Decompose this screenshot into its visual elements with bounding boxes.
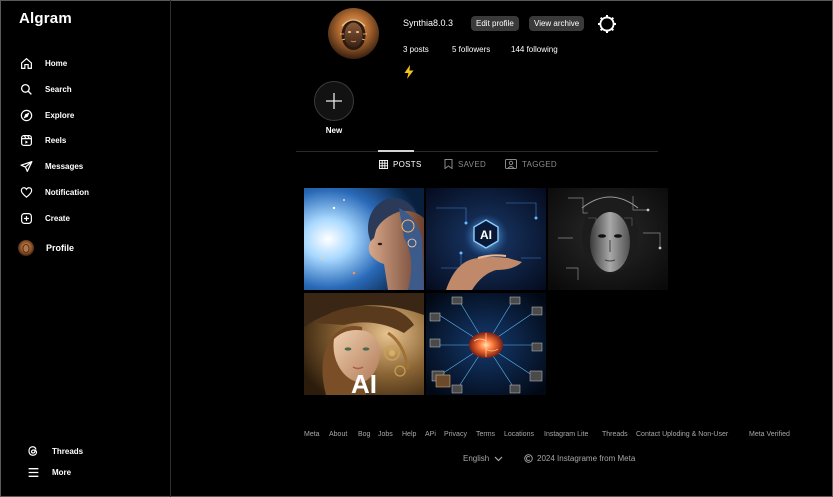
sidebar-item-search[interactable]: Search: [18, 79, 72, 99]
sidebar-item-home[interactable]: Home: [18, 53, 67, 73]
tab-tagged[interactable]: TAGGED: [505, 158, 557, 170]
copyright-icon: [524, 454, 533, 463]
sidebar-item-label: Explore: [45, 110, 75, 120]
footer-link-jobs[interactable]: Jobs: [378, 431, 393, 438]
followers-count[interactable]: 5 followers: [452, 45, 490, 54]
language-label: English: [463, 454, 490, 463]
sidebar-item-label: Reels: [45, 135, 67, 145]
gear-icon[interactable]: [596, 13, 618, 35]
tab-label: SAVED: [458, 159, 487, 169]
new-highlight-label: New: [325, 126, 343, 135]
bookmark-icon: [444, 159, 454, 169]
sidebar-item-threads[interactable]: Threads: [25, 441, 83, 461]
tagged-user-icon: [505, 159, 518, 169]
tab-posts[interactable]: POSTS: [379, 158, 422, 170]
footer-link-locations[interactable]: Locations: [504, 431, 534, 438]
app-logo[interactable]: Algram: [19, 10, 72, 27]
menu-icon: [25, 464, 41, 480]
view-archive-button[interactable]: View archive: [529, 16, 585, 31]
new-highlight-button[interactable]: [314, 81, 354, 121]
sidebar-item-label: Profile: [46, 243, 75, 253]
post-thumbnail[interactable]: [304, 188, 424, 290]
sidebar-item-label: Create: [45, 213, 70, 223]
footer-link-terms[interactable]: Terms: [476, 431, 495, 438]
home-icon: [18, 55, 34, 71]
language-selector[interactable]: English: [463, 454, 503, 463]
footer-link-api[interactable]: APi: [425, 431, 436, 438]
post-ai-badge-text: AI: [480, 228, 492, 242]
footer-link-contact-uploading[interactable]: Contact Uploding & Non-User: [636, 431, 728, 438]
copyright: 2024 Instagrame from Meta: [524, 454, 635, 463]
lightning-icon: [403, 65, 415, 79]
profile-avatar[interactable]: [328, 8, 379, 59]
sidebar-item-label: Notification: [45, 187, 89, 197]
post-thumbnail[interactable]: AI: [426, 188, 546, 290]
send-icon: [18, 158, 34, 174]
copyright-text: 2024 Instagrame from Meta: [537, 454, 636, 463]
tab-label: POSTS: [393, 159, 422, 169]
sidebar-item-label: Home: [45, 58, 68, 68]
following-count[interactable]: 144 following: [511, 45, 558, 54]
footer-link-bog[interactable]: Bog: [358, 431, 370, 438]
post-ai-caption-text: AI: [351, 369, 377, 395]
edit-profile-button[interactable]: Edit profile: [471, 16, 519, 31]
footer-link-threads[interactable]: Threads: [602, 431, 628, 438]
sidebar-item-create[interactable]: Create: [18, 208, 70, 228]
footer-link-privacy[interactable]: Privacy: [444, 431, 467, 438]
grid-icon: [379, 159, 389, 169]
sidebar-item-label: More: [52, 467, 72, 477]
profile-username: Synthia8.0.3: [403, 18, 454, 28]
sidebar-item-messages[interactable]: Messages: [18, 156, 83, 176]
threads-icon: [25, 443, 41, 459]
tabs-divider: [296, 151, 658, 152]
sidebar-item-label: Search: [45, 84, 72, 94]
sidebar-item-notification[interactable]: Notification: [18, 182, 89, 202]
chevron-down-icon: [494, 456, 503, 462]
sidebar-item-reels[interactable]: Reels: [18, 130, 66, 150]
reels-icon: [18, 132, 34, 148]
active-tab-indicator: [378, 150, 414, 152]
plus-icon: [326, 93, 342, 109]
avatar: [18, 240, 34, 256]
post-thumbnail[interactable]: [426, 293, 546, 395]
sidebar-item-label: Threads: [52, 446, 84, 456]
footer-link-meta[interactable]: Meta: [304, 431, 320, 438]
tab-saved[interactable]: SAVED: [444, 158, 486, 170]
sidebar-item-more[interactable]: More: [25, 462, 71, 482]
tab-label: TAGGED: [522, 159, 557, 169]
footer-link-instagram-lite[interactable]: Instagram Lite: [544, 431, 588, 438]
sidebar: Algram Home Search Explore Reels Message…: [0, 0, 171, 497]
footer-link-meta-verified[interactable]: Meta Verified: [749, 431, 790, 438]
sidebar-item-explore[interactable]: Explore: [18, 105, 74, 125]
compass-icon: [18, 107, 34, 123]
sidebar-item-profile[interactable]: Profile: [18, 238, 74, 258]
heart-icon: [18, 184, 34, 200]
search-icon: [18, 81, 34, 97]
footer-link-help[interactable]: Help: [402, 431, 416, 438]
sidebar-item-label: Messages: [45, 161, 84, 171]
plus-square-icon: [18, 210, 34, 226]
posts-count: 3 posts: [403, 45, 429, 54]
footer-link-about[interactable]: About: [329, 431, 347, 438]
post-thumbnail[interactable]: [548, 188, 668, 290]
post-thumbnail[interactable]: AI: [304, 293, 424, 395]
